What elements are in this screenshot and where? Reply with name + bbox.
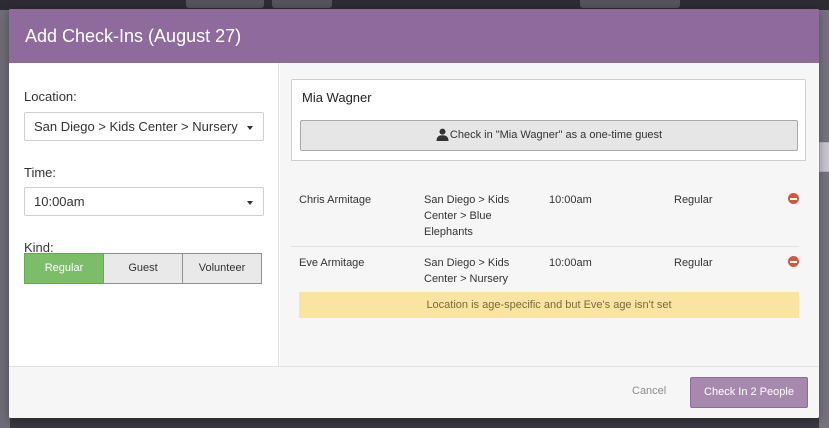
modal-header: Add Check-Ins (August 27) [9,9,819,63]
location-select-value: San Diego > Kids Center > Nursery [34,119,238,134]
checkin-time: 10:00am [549,257,592,269]
checkin-kind: Regular [674,194,713,206]
person-search-input[interactable]: Mia Wagner [291,79,806,115]
check-in-guest-button[interactable]: Check in "Mia Wagner" as a one-time gues… [300,120,798,151]
background-block [272,0,332,8]
modal-body: Location: San Diego > Kids Center > Nurs… [9,63,819,366]
add-checkins-modal: Add Check-Ins (August 27) Location: San … [9,9,819,418]
checkins-panel: Mia Wagner Check in "Mia Wagner" as a on… [280,63,819,366]
modal-footer: Cancel Check In 2 People [9,366,819,418]
background-right [819,10,829,428]
age-warning-banner: Location is age-specific and but Eve's a… [299,292,799,318]
search-results-dropdown: Check in "Mia Wagner" as a one-time gues… [291,114,806,161]
cancel-button[interactable]: Cancel [632,385,666,397]
kind-regular-button[interactable]: Regular [24,253,104,284]
person-icon [436,128,449,141]
checkin-location: San Diego > Kids Center > Nursery [424,257,510,285]
chevron-down-icon [247,201,253,205]
checkin-time: 10:00am [549,194,592,206]
checkin-location: San Diego > Kids Center > Blue Elephants [424,194,510,238]
remove-icon[interactable] [788,256,799,267]
remove-icon[interactable] [788,193,799,204]
check-in-submit-button[interactable]: Check In 2 People [690,377,808,408]
kind-toggle-group: Regular Guest Volunteer [24,253,262,284]
modal-title: Add Check-Ins (August 27) [25,26,242,46]
location-select[interactable]: San Diego > Kids Center > Nursery [24,112,264,141]
time-select[interactable]: 10:00am [24,187,264,216]
location-label: Location: [24,89,77,104]
kind-guest-button[interactable]: Guest [104,253,183,284]
checkin-person-name: Eve Armitage [299,257,365,269]
background-bottom [10,418,819,428]
time-select-value: 10:00am [34,194,85,209]
checkin-person-name: Chris Armitage [299,194,372,206]
background-block [580,0,680,8]
time-label: Time: [24,165,57,180]
background-block [186,0,264,8]
row-divider [291,246,799,247]
chevron-down-icon [247,126,253,130]
check-in-guest-label: Check in "Mia Wagner" as a one-time gues… [449,129,663,141]
checkin-kind: Regular [674,257,713,269]
checkin-options-panel: Location: San Diego > Kids Center > Nurs… [9,63,279,366]
background-edge [819,142,829,172]
kind-volunteer-button[interactable]: Volunteer [183,253,262,284]
